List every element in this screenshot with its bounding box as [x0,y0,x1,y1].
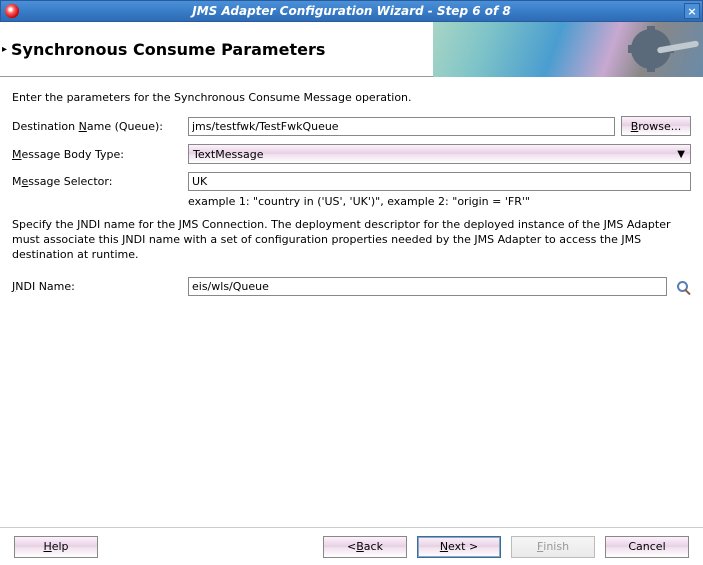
finish-button: Finish [511,536,595,558]
jndi-description: Specify the JNDI name for the JMS Connec… [12,218,691,263]
banner-arrow-icon: ▸ [2,44,7,55]
banner-art [433,22,703,77]
window-title: JMS Adapter Configuration Wizard - Step … [192,4,510,18]
row-jndi: JNDI Name: [12,277,691,296]
help-button[interactable]: Help [14,536,98,558]
selector-input[interactable] [188,172,691,191]
browse-button[interactable]: Browse... [621,116,691,136]
chevron-down-icon: ▼ [677,149,685,160]
back-button[interactable]: < Back [323,536,407,558]
page-heading: Synchronous Consume Parameters [11,40,325,59]
app-icon [5,4,19,18]
wizard-banner: ▸ Synchronous Consume Parameters [0,22,703,77]
lookup-icon[interactable] [673,277,691,295]
wizard-footer: Help < Back Next > Finish Cancel [0,527,703,565]
browse-label-rest: rowse... [638,120,681,133]
cancel-button[interactable]: Cancel [605,536,689,558]
jndi-label: JNDI Name: [12,280,182,293]
close-icon[interactable]: × [684,3,700,19]
selector-label: Message Selector: [12,175,182,188]
row-selector: Message Selector: [12,172,691,191]
selector-hint: example 1: "country in ('US', 'UK')", ex… [188,195,691,208]
body-type-select[interactable]: TextMessage ▼ [188,144,691,164]
body-type-label: Message Body Type: [12,148,182,161]
magnifier-icon [677,281,688,292]
destination-input[interactable] [188,117,615,136]
row-destination: Destination Name (Queue): Browse... [12,116,691,136]
titlebar: JMS Adapter Configuration Wizard - Step … [0,0,703,22]
next-button[interactable]: Next > [417,536,501,558]
intro-text: Enter the parameters for the Synchronous… [12,91,691,104]
body-type-value: TextMessage [193,148,263,161]
content-area: Enter the parameters for the Synchronous… [0,77,703,527]
row-body-type: Message Body Type: TextMessage ▼ [12,144,691,164]
jndi-input[interactable] [188,277,667,296]
destination-label: Destination Name (Queue): [12,120,182,133]
